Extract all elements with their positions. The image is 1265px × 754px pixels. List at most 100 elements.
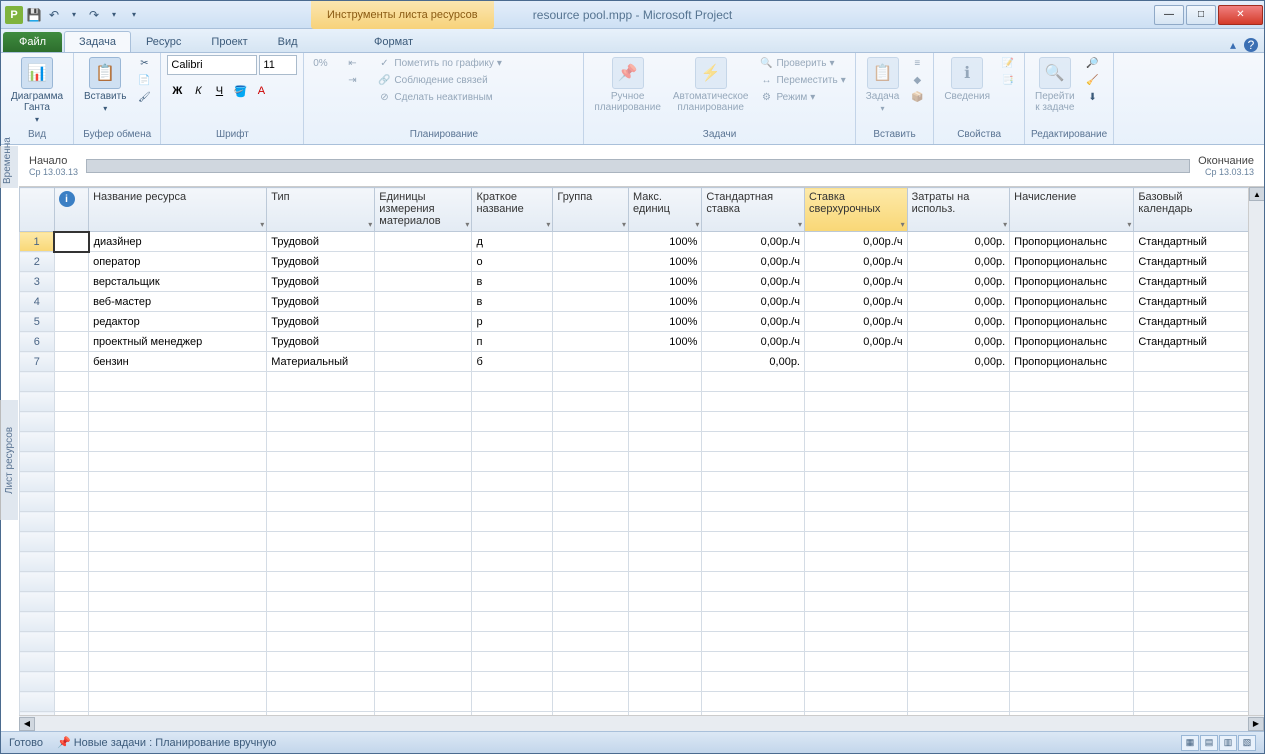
minimize-ribbon-icon[interactable]: ▴ bbox=[1226, 38, 1240, 52]
pct-0-button[interactable]: 0% bbox=[310, 55, 330, 71]
scroll-to-task-button[interactable]: 🔍 Перейти к задаче bbox=[1031, 55, 1079, 115]
cell-std_rate[interactable]: 0,00р./ч bbox=[702, 292, 805, 312]
cell-type[interactable]: Трудовой bbox=[267, 332, 375, 352]
tab-ресурс[interactable]: Ресурс bbox=[131, 31, 196, 52]
row-number[interactable]: 5 bbox=[20, 312, 55, 332]
format-painter-button[interactable]: 🖌 bbox=[134, 89, 154, 105]
cell-calendar[interactable]: Стандартный bbox=[1134, 312, 1264, 332]
fill-button[interactable]: ⬇ bbox=[1083, 89, 1103, 105]
deliverable-button[interactable]: 📦 bbox=[907, 89, 927, 105]
cell-type[interactable]: Трудовой bbox=[267, 272, 375, 292]
mark-on-track-button[interactable]: ✓Пометить по графику ▾ bbox=[374, 55, 504, 71]
table-row-empty[interactable] bbox=[20, 612, 1264, 632]
information-button[interactable]: ℹ Сведения bbox=[940, 55, 994, 104]
table-row-empty[interactable] bbox=[20, 432, 1264, 452]
cell-unit_meas[interactable] bbox=[375, 332, 472, 352]
table-row[interactable]: 3верстальщикТрудовойв100%0,00р./ч0,00р./… bbox=[20, 272, 1264, 292]
undo-dropdown-icon[interactable]: ▾ bbox=[65, 6, 83, 24]
app-logo-icon[interactable]: P bbox=[5, 6, 23, 24]
scroll-left-icon[interactable]: ◀ bbox=[19, 717, 35, 731]
filter-icon[interactable]: ▾ bbox=[695, 220, 699, 229]
table-row-empty[interactable] bbox=[20, 412, 1264, 432]
summary-button[interactable]: ≡ bbox=[907, 55, 927, 71]
cell-accrue[interactable]: Пропорциональнс bbox=[1010, 292, 1134, 312]
cell-group[interactable] bbox=[553, 272, 629, 292]
cell-info[interactable] bbox=[54, 352, 89, 372]
cell-ovt_rate[interactable]: 0,00р./ч bbox=[805, 312, 908, 332]
cell-cost_use[interactable]: 0,00р. bbox=[907, 352, 1010, 372]
table-row-empty[interactable] bbox=[20, 692, 1264, 712]
table-row-empty[interactable] bbox=[20, 552, 1264, 572]
horizontal-scrollbar[interactable]: ◀ ▶ bbox=[19, 715, 1264, 731]
table-row[interactable]: 1диазйнерТрудовойд100%0,00р./ч0,00р./ч0,… bbox=[20, 232, 1264, 252]
view-team-button[interactable]: ▥ bbox=[1219, 735, 1237, 751]
cell-calendar[interactable] bbox=[1134, 352, 1264, 372]
undo-icon[interactable]: ↶ bbox=[45, 6, 63, 24]
table-row-empty[interactable] bbox=[20, 632, 1264, 652]
cell-calendar[interactable]: Стандартный bbox=[1134, 272, 1264, 292]
col-header-calendar[interactable]: Базовый календарь▾ bbox=[1134, 188, 1264, 232]
cell-name[interactable]: бензин bbox=[89, 352, 267, 372]
manual-schedule-button[interactable]: 📌 Ручное планирование bbox=[590, 55, 664, 115]
cell-ovt_rate[interactable]: 0,00р./ч bbox=[805, 252, 908, 272]
cell-group[interactable] bbox=[553, 332, 629, 352]
tab-проект[interactable]: Проект bbox=[196, 31, 262, 52]
cell-group[interactable] bbox=[553, 312, 629, 332]
redo-dropdown-icon[interactable]: ▾ bbox=[105, 6, 123, 24]
table-row[interactable]: 7бензинМатериальныйб0,00р.0,00р.Пропорци… bbox=[20, 352, 1264, 372]
outdent-button[interactable]: ⇤ bbox=[342, 55, 362, 71]
filter-icon[interactable]: ▾ bbox=[901, 220, 905, 229]
cell-max[interactable]: 100% bbox=[629, 312, 702, 332]
col-header-short[interactable]: Краткое название▾ bbox=[472, 188, 553, 232]
auto-schedule-button[interactable]: ⚡ Автоматическое планирование bbox=[669, 55, 753, 115]
table-row-empty[interactable] bbox=[20, 572, 1264, 592]
col-header-ovt_rate[interactable]: Ставка сверхурочных▾ bbox=[805, 188, 908, 232]
cell-info[interactable] bbox=[54, 332, 89, 352]
row-number[interactable]: 7 bbox=[20, 352, 55, 372]
cut-button[interactable]: ✂ bbox=[134, 55, 154, 71]
cell-name[interactable]: проектный менеджер bbox=[89, 332, 267, 352]
table-row-empty[interactable] bbox=[20, 452, 1264, 472]
cell-group[interactable] bbox=[553, 232, 629, 252]
cell-info[interactable] bbox=[54, 272, 89, 292]
cell-cost_use[interactable]: 0,00р. bbox=[907, 232, 1010, 252]
underline-button[interactable]: Ч bbox=[209, 81, 229, 101]
gantt-chart-button[interactable]: 📊 Диаграмма Ганта ▾ bbox=[7, 55, 67, 126]
cell-max[interactable]: 100% bbox=[629, 332, 702, 352]
view-sheet-button[interactable]: ▧ bbox=[1238, 735, 1256, 751]
cell-ovt_rate[interactable] bbox=[805, 352, 908, 372]
bold-button[interactable]: Ж bbox=[167, 81, 187, 101]
cell-max[interactable]: 100% bbox=[629, 292, 702, 312]
table-row-empty[interactable] bbox=[20, 672, 1264, 692]
cell-short[interactable]: р bbox=[472, 312, 553, 332]
cell-short[interactable]: б bbox=[472, 352, 553, 372]
cell-short[interactable]: в bbox=[472, 272, 553, 292]
redo-icon[interactable]: ↷ bbox=[85, 6, 103, 24]
cell-max[interactable] bbox=[629, 352, 702, 372]
minimize-button[interactable]: — bbox=[1154, 5, 1184, 25]
filter-icon[interactable]: ▾ bbox=[622, 220, 626, 229]
cell-group[interactable] bbox=[553, 352, 629, 372]
cell-calendar[interactable]: Стандартный bbox=[1134, 292, 1264, 312]
cell-name[interactable]: веб-мастер bbox=[89, 292, 267, 312]
scroll-up-icon[interactable]: ▲ bbox=[1249, 187, 1264, 201]
cell-accrue[interactable]: Пропорциональнс bbox=[1010, 232, 1134, 252]
table-row-empty[interactable] bbox=[20, 472, 1264, 492]
italic-button[interactable]: К bbox=[188, 81, 208, 101]
filter-icon[interactable]: ▾ bbox=[1003, 220, 1007, 229]
col-header-type[interactable]: Тип▾ bbox=[267, 188, 375, 232]
cell-max[interactable]: 100% bbox=[629, 232, 702, 252]
inspect-button[interactable]: 🔍Проверить ▾ bbox=[756, 55, 848, 71]
cell-group[interactable] bbox=[553, 252, 629, 272]
filter-icon[interactable]: ▾ bbox=[368, 220, 372, 229]
font-color-button[interactable]: A bbox=[251, 81, 271, 101]
notes-button[interactable]: 📝 bbox=[998, 55, 1018, 71]
cell-unit_meas[interactable] bbox=[375, 272, 472, 292]
cell-name[interactable]: оператор bbox=[89, 252, 267, 272]
cell-info[interactable] bbox=[54, 232, 89, 252]
table-row[interactable]: 2операторТрудовойо100%0,00р./ч0,00р./ч0,… bbox=[20, 252, 1264, 272]
cell-unit_meas[interactable] bbox=[375, 312, 472, 332]
font-name-combo[interactable] bbox=[167, 55, 257, 75]
fill-color-button[interactable]: 🪣 bbox=[230, 81, 250, 101]
font-size-combo[interactable] bbox=[259, 55, 297, 75]
